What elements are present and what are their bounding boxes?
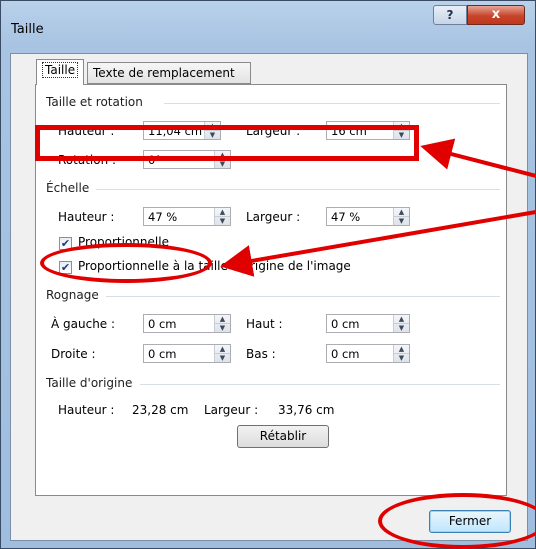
tab-taille[interactable]: Taille (36, 59, 85, 85)
annotation-arrow-proportional (220, 210, 536, 277)
annotation-arrow-dimensions (420, 138, 536, 178)
tab-taille-label: Taille (42, 62, 79, 78)
